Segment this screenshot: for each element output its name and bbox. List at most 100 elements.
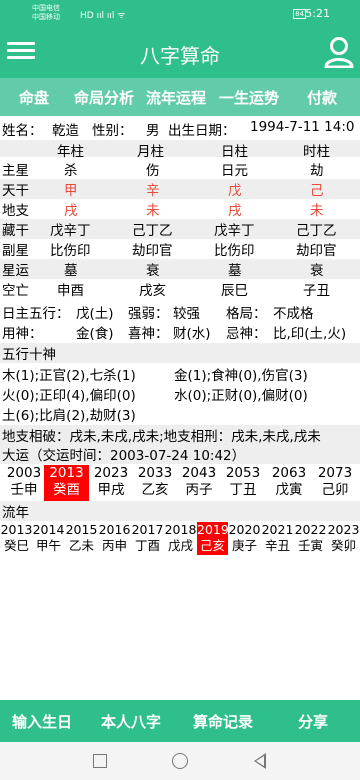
liunian-item[interactable]: 2021 辛丑 bbox=[261, 522, 294, 554]
cell-month: 伤 bbox=[146, 163, 160, 179]
pillar-row-tiangan: 天干 甲 辛 戊 己 bbox=[0, 179, 360, 199]
clock: 5:21 bbox=[305, 7, 330, 20]
section-title: 五行十神 bbox=[2, 347, 56, 363]
carrier-2: 中国移动 bbox=[32, 13, 60, 21]
dizhi-relations-row: 地支相破：戌未,未戌,戌未;地支相刑：戌未,未戌,戌未 bbox=[0, 425, 360, 445]
cell-day: 戊辛丁 bbox=[214, 223, 255, 239]
wuxing-row-3: 土(6);比肩(2),劫财(3) bbox=[0, 404, 360, 424]
section-header-wuxing: 五行十神 bbox=[0, 343, 360, 363]
pillar-row-dizhi: 地支 戌 未 戌 未 bbox=[0, 199, 360, 219]
birth-label: 出生日期： bbox=[168, 123, 236, 139]
cell-year: 甲 bbox=[64, 183, 78, 199]
home-icon[interactable] bbox=[172, 753, 188, 769]
wuxing-cell: 火(0);正印(4),偏印(0) bbox=[2, 388, 136, 404]
cell-day: 比伤印 bbox=[214, 243, 255, 259]
pattern-value: 不成格 bbox=[273, 306, 314, 322]
dayun-item[interactable]: 2033 乙亥 bbox=[133, 465, 177, 501]
dizhi-relations: 地支相破：戌未,未戌,戌未;地支相刑：戌未,未戌,戌未 bbox=[2, 429, 321, 445]
liunian-item[interactable]: 2023 癸卯 bbox=[327, 522, 360, 554]
liunian-item[interactable]: 2018 戊戌 bbox=[164, 522, 197, 554]
jishen-label: 忌神： bbox=[226, 326, 267, 342]
rizhu-wuxing-row: 日主五行： 戊(土) 强弱： 较强 格局： 不成格 bbox=[0, 302, 360, 322]
cell-year: 比伤印 bbox=[50, 243, 91, 259]
liunian-item[interactable]: 2016 丙申 bbox=[98, 522, 131, 554]
pillar-row-xingyun: 星运 墓 衰 墓 衰 bbox=[0, 259, 360, 279]
yongshen-label: 用神： bbox=[2, 326, 43, 342]
liunian-item[interactable]: 2020 庚子 bbox=[228, 522, 261, 554]
cell-month: 衰 bbox=[146, 263, 160, 279]
pillar-row-zhuxing: 主星 杀 伤 日元 劫 bbox=[0, 159, 360, 179]
liunian-item[interactable]: 2013 癸巳 bbox=[0, 522, 33, 554]
liunian-item-current[interactable]: 2019 己亥 bbox=[197, 522, 229, 555]
birth-value: 1994-7-11 14:0 bbox=[250, 119, 355, 135]
jishen-value: 比,印(土,火) bbox=[273, 326, 347, 342]
header-hour: 时柱 bbox=[303, 144, 330, 160]
dayun-item[interactable]: 2053 丁丑 bbox=[221, 465, 265, 501]
header-month: 月柱 bbox=[137, 144, 164, 160]
cell-year: 申酉 bbox=[57, 283, 84, 299]
liunian-item[interactable]: 2014 甲午 bbox=[32, 522, 65, 554]
tab-mingju[interactable]: 命局分析 bbox=[74, 87, 134, 108]
liunian-item[interactable]: 2022 壬寅 bbox=[294, 522, 327, 554]
cell-hour: 劫印官 bbox=[296, 243, 337, 259]
header-day: 日柱 bbox=[221, 144, 248, 160]
dayun-item[interactable]: 2073 己卯 bbox=[312, 465, 358, 501]
dayun-item-current[interactable]: 2013 癸酉 bbox=[44, 465, 89, 501]
cell-hour: 衰 bbox=[310, 263, 324, 279]
cell-year: 墓 bbox=[64, 263, 78, 279]
cell-year: 戊辛丁 bbox=[50, 223, 91, 239]
shen-row: 用神： 金(食) 喜神： 财(水) 忌神： 比,印(土,火) bbox=[0, 322, 360, 342]
liunian-item[interactable]: 2015 乙未 bbox=[65, 522, 98, 554]
cell-month: 未 bbox=[146, 203, 160, 219]
dayun-header: 大运（交运时间：2003-07-24 10:42） bbox=[0, 444, 360, 464]
input-birthday-button[interactable]: 输入生日 bbox=[12, 711, 72, 732]
pillar-row-canggan: 藏干 戊辛丁 己丁乙 戊辛丁 己丁乙 bbox=[0, 219, 360, 239]
wuxing-cell: 土(6);比肩(2),劫财(3) bbox=[2, 408, 136, 424]
back-icon[interactable] bbox=[254, 753, 266, 769]
user-icon[interactable] bbox=[324, 36, 354, 68]
tab-mingpan[interactable]: 命盘 bbox=[19, 87, 49, 108]
signal-icon: HD ııl ııl ᯤ bbox=[80, 11, 126, 21]
carrier-info: 中国电信 中国移动 bbox=[32, 4, 60, 22]
wuxing-cell: 水(0);正财(0),偏财(0) bbox=[174, 388, 308, 404]
strength-value: 较强 bbox=[173, 306, 200, 322]
app-bar: 八字算命 bbox=[0, 28, 360, 78]
yongshen-value: 金(食) bbox=[76, 326, 114, 342]
cell-month: 己丁乙 bbox=[132, 223, 173, 239]
dayun-title: 大运（交运时间：2003-07-24 10:42） bbox=[2, 448, 246, 464]
dayun-item[interactable]: 2043 丙子 bbox=[177, 465, 221, 501]
history-button[interactable]: 算命记录 bbox=[193, 711, 253, 732]
xishen-value: 财(水) bbox=[173, 326, 211, 342]
battery-icon: 84 bbox=[293, 9, 306, 19]
cell-month: 劫印官 bbox=[132, 243, 173, 259]
cell-day: 戊 bbox=[228, 183, 242, 199]
cell-hour: 子丑 bbox=[303, 283, 330, 299]
liunian-header: 流年 bbox=[0, 501, 360, 521]
row-label: 星运 bbox=[2, 263, 29, 279]
strength-label: 强弱： bbox=[128, 306, 169, 322]
xishen-label: 喜神： bbox=[128, 326, 169, 342]
row-label: 天干 bbox=[2, 183, 29, 199]
liunian-item[interactable]: 2017 丁酉 bbox=[131, 522, 164, 554]
liunian-row: 2013 癸巳 2014 甲午 2015 乙未 2016 丙申 2017 丁酉 2018 戊… bbox=[0, 522, 360, 556]
tab-liunian[interactable]: 流年运程 bbox=[146, 87, 206, 108]
bottom-action-bar: 输入生日 本人八字 算命记录 分享 bbox=[0, 700, 360, 742]
tab-payment[interactable]: 付款 bbox=[307, 87, 337, 108]
recents-icon[interactable] bbox=[93, 754, 107, 768]
info-row: 姓名： 乾造 性别： 男 出生日期： 1994-7-11 14:0 bbox=[0, 119, 360, 139]
rizhu-value: 戊(土) bbox=[76, 306, 114, 322]
tab-yisheng[interactable]: 一生运势 bbox=[219, 87, 279, 108]
cell-month: 戌亥 bbox=[139, 283, 166, 299]
name-label: 姓名： bbox=[2, 123, 43, 139]
my-bazi-button[interactable]: 本人八字 bbox=[101, 711, 161, 732]
tab-bar: 命盘 命局分析 流年运程 一生运势 付款 bbox=[0, 78, 360, 116]
dayun-item[interactable]: 2003 壬申 bbox=[0, 465, 46, 501]
system-nav-bar bbox=[0, 742, 360, 780]
share-button[interactable]: 分享 bbox=[298, 711, 328, 732]
wuxing-cell: 金(1);食神(0),伤官(3) bbox=[174, 368, 308, 384]
pillar-header-row: 年柱 月柱 日柱 时柱 bbox=[0, 140, 360, 160]
dayun-item[interactable]: 2023 甲戌 bbox=[89, 465, 133, 501]
pattern-label: 格局： bbox=[226, 306, 267, 322]
dayun-item[interactable]: 2063 戊寅 bbox=[265, 465, 313, 501]
row-label: 主星 bbox=[2, 163, 29, 179]
